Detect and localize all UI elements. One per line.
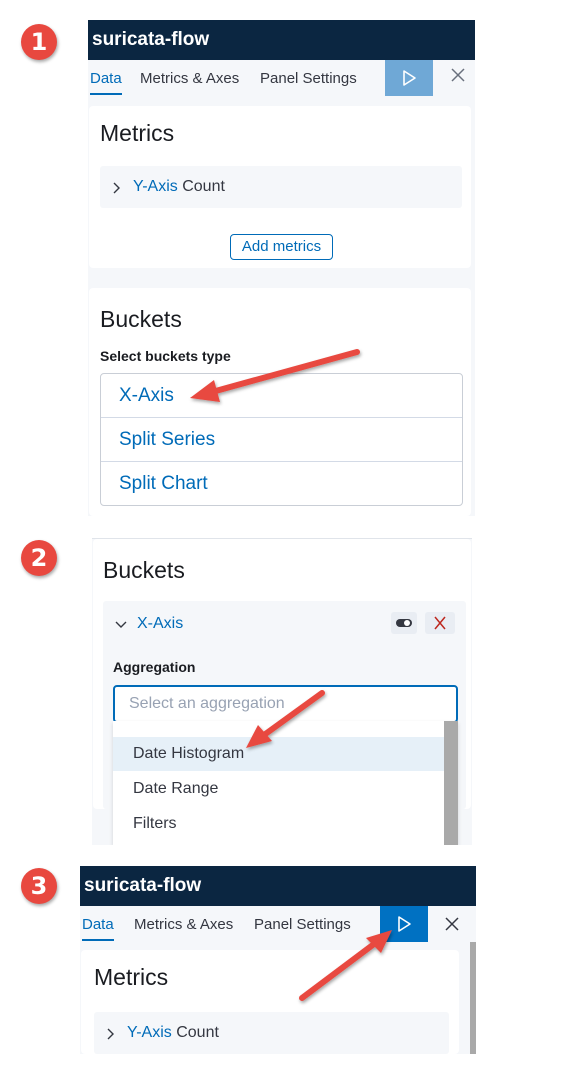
arrow-to-x-axis: [190, 349, 360, 402]
arrow-to-run-button: [299, 930, 392, 1001]
annotation-arrows: [190, 349, 392, 1001]
arrow-to-date-histogram: [246, 690, 325, 748]
